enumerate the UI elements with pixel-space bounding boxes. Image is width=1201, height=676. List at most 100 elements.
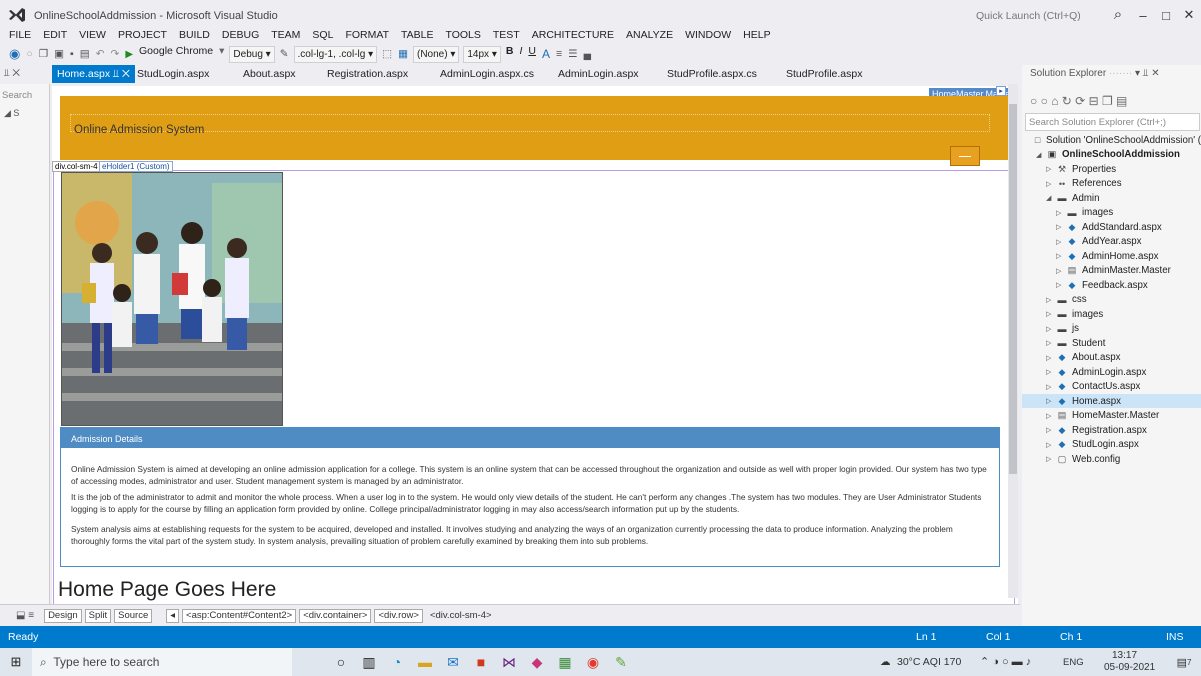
menu-team[interactable]: TEAM <box>271 29 300 41</box>
menu-help[interactable]: HELP <box>743 29 770 41</box>
split-view-button[interactable]: Split <box>84 608 112 623</box>
refresh-icon[interactable]: ⟳ <box>1075 94 1088 108</box>
tree-node[interactable]: ▷ ▤ AdminMaster.Master <box>1022 264 1201 278</box>
office-icon[interactable]: ■ <box>470 652 492 672</box>
run-target-dropdown[interactable]: Google Chrome <box>136 45 216 63</box>
designer-vertical-scrollbar[interactable] <box>1008 84 1018 598</box>
collapse-icon[interactable]: ⊟ <box>1089 94 1102 108</box>
font-size-dropdown[interactable]: 14px ▾ <box>463 45 501 63</box>
home-heading[interactable]: Home Page Goes Here <box>58 578 276 602</box>
tab-registration-aspx[interactable]: Registration.aspx <box>327 65 408 83</box>
tree-node[interactable]: ▷ ◆ StudLogin.aspx <box>1022 438 1201 452</box>
tab-adminlogin-aspx-cs[interactable]: AdminLogin.aspx.cs <box>440 65 534 83</box>
new-style-icon[interactable]: ⬚ <box>379 45 395 63</box>
align-icon[interactable]: ☰ <box>565 45 580 63</box>
quick-launch-input[interactable]: Quick Launch (Ctrl+Q) <box>972 7 1097 25</box>
crumb-content2[interactable]: <asp:Content#Content2> <box>182 608 297 623</box>
show-files-icon[interactable]: ❐ <box>1102 94 1116 108</box>
collapsed-arrow-icon[interactable]: ▷ <box>1046 455 1056 463</box>
toolbox-group-arrow-icon[interactable]: ◢ S <box>4 108 19 119</box>
tree-node[interactable]: ▷ ▬ Student <box>1022 336 1201 350</box>
tree-node[interactable]: ▷ ▬ images <box>1022 206 1201 220</box>
tree-node[interactable]: ▷ ◆ Home.aspx <box>1022 394 1201 408</box>
open-file-icon[interactable]: ▣ <box>51 45 67 63</box>
crumb-row[interactable]: <div.row> <box>374 608 423 623</box>
collapsed-arrow-icon[interactable]: ▷ <box>1046 296 1056 304</box>
menu-format[interactable]: FORMAT <box>345 29 389 41</box>
menu-file[interactable]: FILE <box>9 29 31 41</box>
attach-style-icon[interactable]: ▦ <box>395 45 411 63</box>
back-icon[interactable]: ◉ <box>6 45 23 63</box>
design-surface[interactable]: HomeMaster.Master Online Admission Syste… <box>52 86 1018 604</box>
expanded-arrow-icon[interactable]: ◢ <box>1036 151 1046 159</box>
collapsed-arrow-icon[interactable]: ▷ <box>1046 397 1056 405</box>
tree-node[interactable]: ▷ ⚒ Properties <box>1022 162 1201 176</box>
new-project-icon[interactable]: ❐ <box>36 45 51 63</box>
tree-node[interactable]: ◢ ▬ Admin <box>1022 191 1201 205</box>
chrome-icon[interactable]: ◉ <box>582 652 604 672</box>
style-application-icon[interactable]: ✎ <box>277 45 292 63</box>
menu-test[interactable]: TEST <box>493 29 520 41</box>
bold-button[interactable]: B <box>503 45 517 63</box>
chevron-down-icon[interactable]: ▾ <box>216 45 227 63</box>
collapsed-arrow-icon[interactable]: ▷ <box>1046 165 1056 173</box>
collapsed-arrow-icon[interactable]: ▷ <box>1046 310 1056 318</box>
collapsed-arrow-icon[interactable]: ▷ <box>1056 209 1066 217</box>
expanded-arrow-icon[interactable]: ◢ <box>1046 194 1056 202</box>
pin-icon[interactable]: ⫫ ✕ <box>4 68 20 79</box>
taskbar-search-box[interactable]: ⌕ Type here to search <box>32 648 292 676</box>
windows-start-icon[interactable]: ⊞ <box>8 654 24 670</box>
tree-node[interactable]: ▷ ◆ AddYear.aspx <box>1022 235 1201 249</box>
crumb-container[interactable]: <div.container> <box>299 608 372 623</box>
close-button[interactable]: ✕ <box>1178 5 1200 25</box>
scrollbar-thumb[interactable] <box>1009 104 1017 474</box>
tree-node[interactable]: ▷ ◆ AddStandard.aspx <box>1022 220 1201 234</box>
search-icon[interactable]: ⌕ <box>1110 4 1126 24</box>
highlight-icon[interactable]: ▄ <box>581 45 594 63</box>
tree-node[interactable]: ▷ ◆ About.aspx <box>1022 351 1201 365</box>
bullet-list-icon[interactable]: ≡ <box>553 45 565 63</box>
paint-icon[interactable]: ✎ <box>610 652 632 672</box>
weather-text[interactable]: 30°C AQI 170 <box>897 656 961 668</box>
tab-home-aspx[interactable]: Home.aspx ⫫ ✕ <box>52 65 135 83</box>
font-color-icon[interactable]: A <box>539 45 553 63</box>
italic-button[interactable]: I <box>516 45 525 63</box>
menu-debug[interactable]: DEBUG <box>222 29 259 41</box>
collapsed-arrow-icon[interactable]: ▷ <box>1046 354 1056 362</box>
notifications-icon[interactable]: ▤ 7 <box>1175 654 1193 670</box>
tab-about-aspx[interactable]: About.aspx <box>243 65 296 83</box>
collapsed-arrow-icon[interactable]: ▷ <box>1056 223 1066 231</box>
design-view-button[interactable]: Design <box>44 608 82 623</box>
sync-icon[interactable]: ↻ <box>1062 94 1075 108</box>
mail-icon[interactable]: ✉ <box>442 652 464 672</box>
properties-icon[interactable]: ▤ <box>1116 94 1127 108</box>
site-title[interactable]: Online Admission System <box>74 124 204 136</box>
minimize-button[interactable]: – <box>1132 5 1154 25</box>
menu-tools[interactable]: TOOLS <box>445 29 480 41</box>
start-debug-icon[interactable]: ▶ <box>122 45 136 63</box>
tree-node[interactable]: ▷ ◆ ContactUs.aspx <box>1022 380 1201 394</box>
source-view-button[interactable]: Source <box>114 608 153 623</box>
collapsed-arrow-icon[interactable]: ▷ <box>1056 267 1066 275</box>
undo-icon[interactable]: ↶ <box>93 45 108 63</box>
toolbox-search[interactable]: Search <box>2 90 48 104</box>
language-indicator[interactable]: ENG <box>1063 657 1084 668</box>
view-toggle-icon[interactable]: ⬓ ≡ <box>16 610 34 621</box>
save-all-icon[interactable]: ▤ <box>77 45 93 63</box>
collapsed-arrow-icon[interactable]: ▷ <box>1046 339 1056 347</box>
forward-icon[interactable]: ○ <box>23 45 35 63</box>
navbar-toggle-button[interactable] <box>950 146 980 166</box>
task-view-icon[interactable]: ▥ <box>358 652 380 672</box>
cortana-icon[interactable]: ○ <box>330 652 352 672</box>
menu-edit[interactable]: EDIT <box>43 29 67 41</box>
crumb-prev-icon[interactable]: ◂ <box>166 608 180 623</box>
menu-project[interactable]: PROJECT <box>118 29 167 41</box>
tree-node[interactable]: ▷ ◆ Registration.aspx <box>1022 423 1201 437</box>
menu-table[interactable]: TABLE <box>401 29 433 41</box>
clock-date[interactable]: 05-09-2021 <box>1104 662 1155 673</box>
crumb-col-sm-4[interactable]: <div.col-sm-4> <box>426 609 496 623</box>
solution-search-input[interactable]: Search Solution Explorer (Ctrl+;) <box>1025 113 1200 131</box>
tree-node[interactable]: ▷ ◆ AdminLogin.aspx <box>1022 365 1201 379</box>
tab-adminlogin-aspx[interactable]: AdminLogin.aspx <box>558 65 639 83</box>
tree-node[interactable]: ▷ ▬ css <box>1022 293 1201 307</box>
